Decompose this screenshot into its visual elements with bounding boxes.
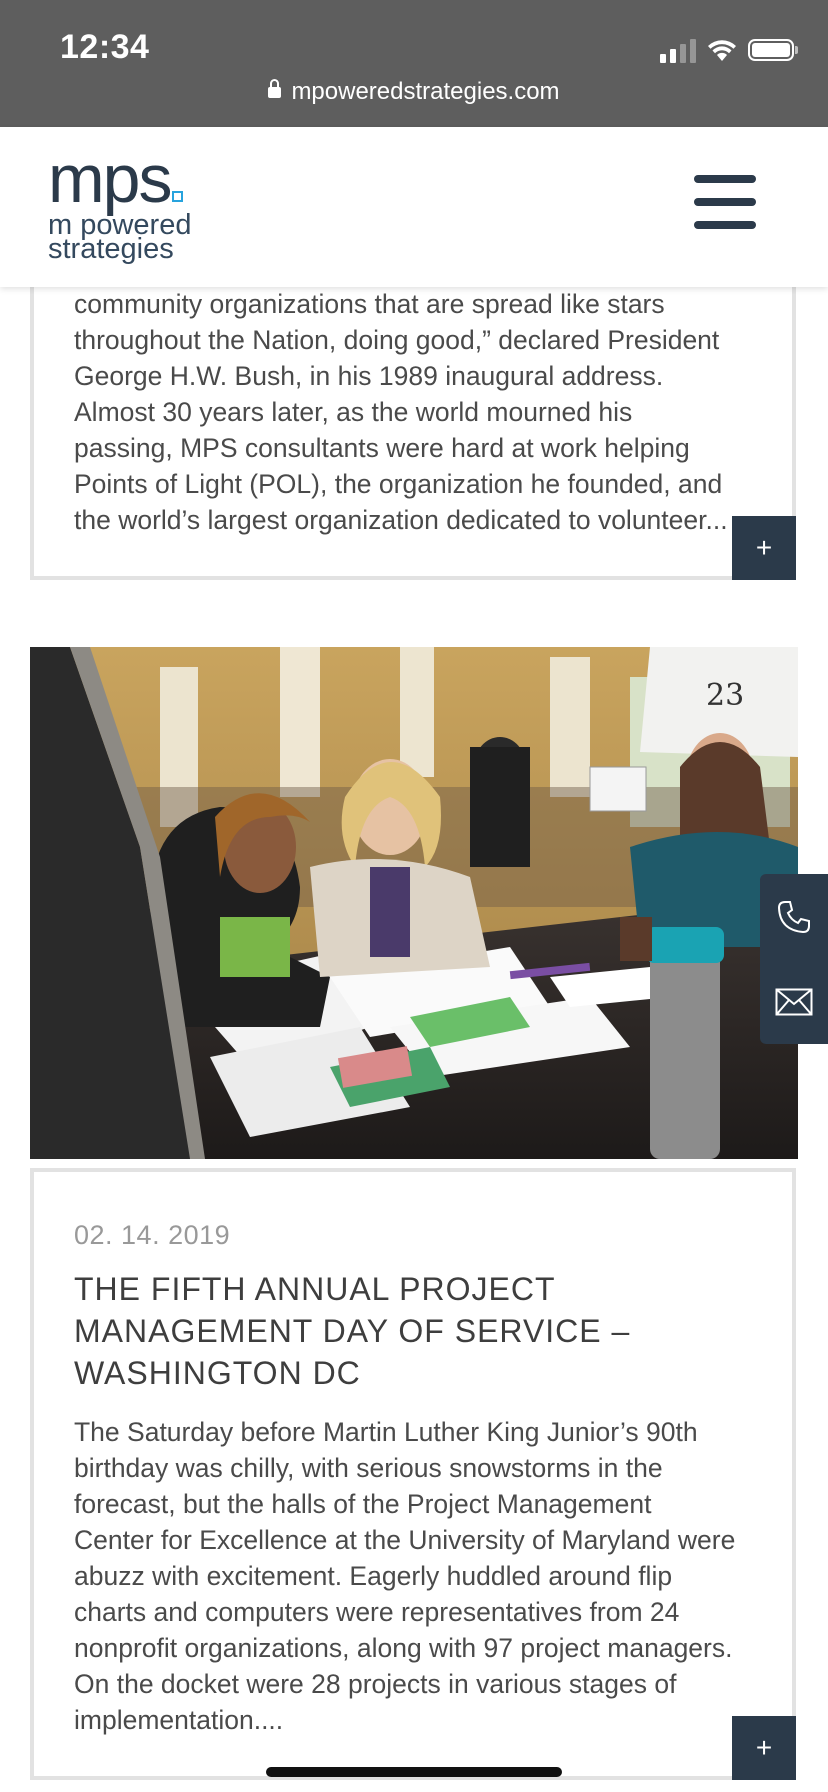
site-header: mps m powered strategies: [0, 127, 828, 287]
address-url: mpoweredstrategies.com: [291, 78, 560, 105]
status-icons: [660, 34, 798, 66]
table-number-sign: 23: [706, 678, 744, 713]
post-excerpt: The Saturday before Martin Luther King J…: [74, 1417, 736, 1735]
battery-icon: [748, 39, 798, 61]
post-title[interactable]: THE FIFTH ANNUAL PROJECT MANAGEMENT DAY …: [74, 1268, 732, 1394]
hamburger-menu-icon[interactable]: [694, 175, 756, 229]
wifi-icon: [708, 40, 736, 61]
post-photo[interactable]: 23: [30, 647, 798, 1159]
logo-dot-icon: [172, 191, 184, 202]
phone-icon[interactable]: [760, 874, 828, 959]
post-excerpt: community organizations that are spread …: [74, 289, 728, 535]
post-date: 02. 14. 2019: [74, 1220, 231, 1250]
photo-illustration: 23: [30, 647, 798, 1159]
address-bar[interactable]: mpoweredstrategies.com: [0, 78, 828, 106]
status-time: 12:34: [60, 28, 150, 66]
logo-mark: mps: [48, 141, 172, 217]
site-logo[interactable]: mps m powered strategies: [48, 145, 191, 265]
post-card: community organizations that are spread …: [30, 240, 796, 580]
lock-icon: [268, 79, 282, 98]
logo-line-2: strategies: [48, 233, 174, 265]
contact-rail: [760, 874, 828, 1044]
read-more-button[interactable]: +: [732, 1716, 796, 1780]
home-indicator[interactable]: [266, 1767, 562, 1777]
read-more-button[interactable]: +: [732, 516, 796, 580]
cellular-signal-icon: [660, 37, 696, 63]
post-card: 02. 14. 2019 THE FIFTH ANNUAL PROJECT MA…: [30, 1168, 796, 1780]
status-bar: 12:34 mpoweredstrategies.com: [0, 0, 828, 127]
mail-icon[interactable]: [760, 959, 828, 1044]
